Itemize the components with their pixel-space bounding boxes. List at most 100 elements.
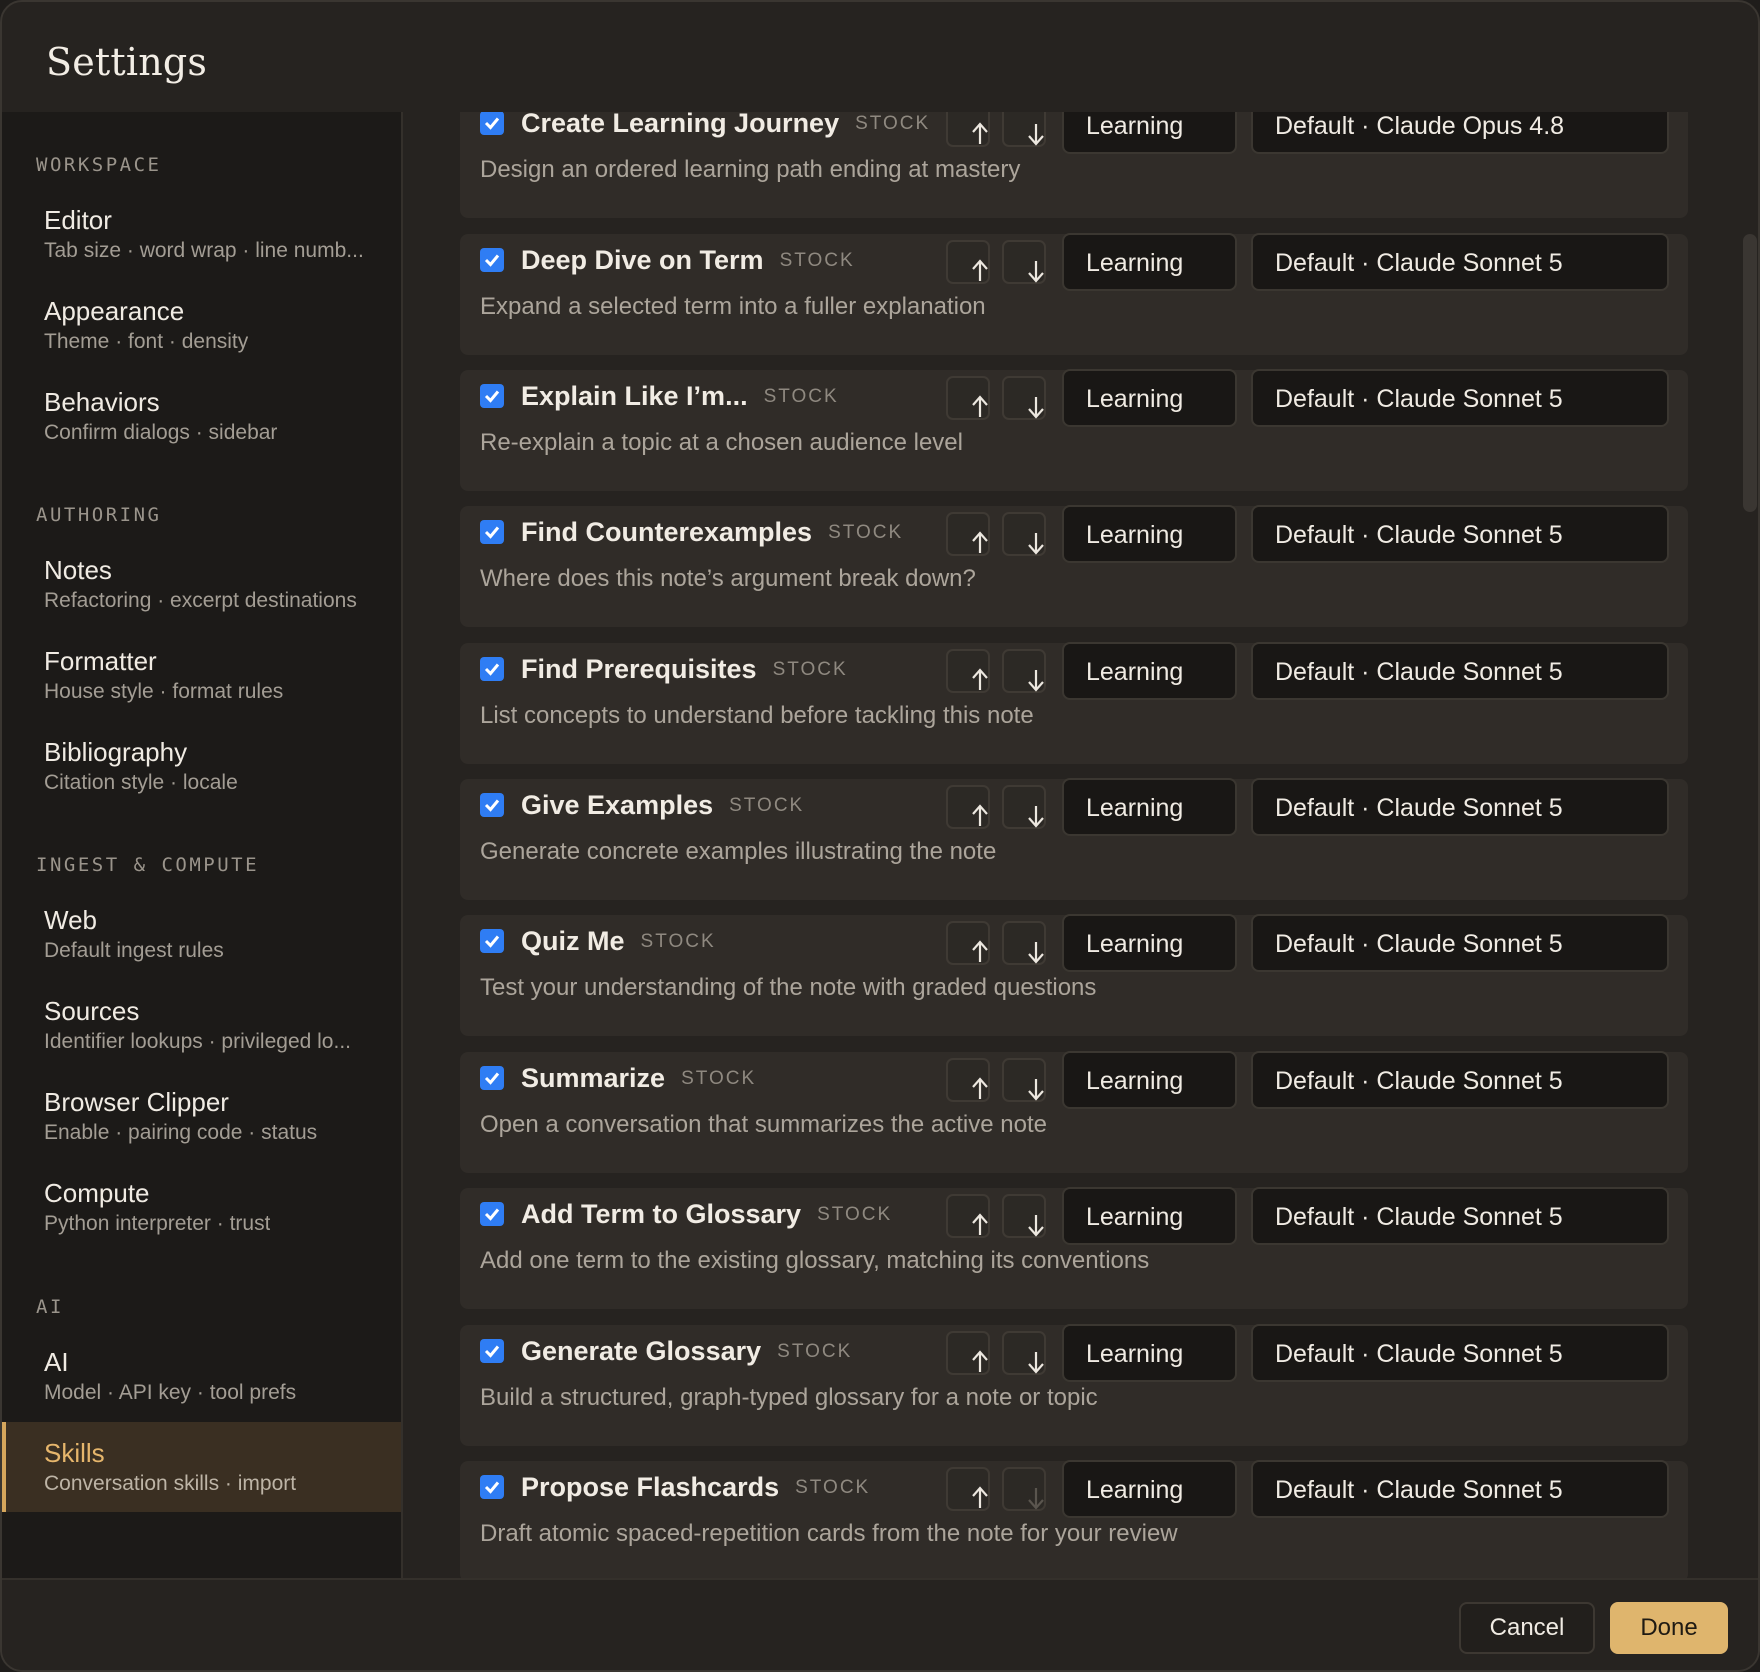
skill-name: Give Examples STOCK	[521, 790, 804, 821]
model-select[interactable]: Default · Claude Sonnet 5	[1251, 1051, 1669, 1109]
move-down-button[interactable]	[1002, 240, 1046, 284]
sidebar-item-editor[interactable]: Editor Tab size · word wrap · line numb.…	[2, 189, 401, 279]
model-select[interactable]: Default · Claude Sonnet 5	[1251, 642, 1669, 700]
skill-enabled-checkbox[interactable]	[480, 248, 504, 272]
move-down-button[interactable]	[1002, 921, 1046, 965]
skill-card: Add Term to Glossary STOCK Add one term to…	[460, 1187, 1688, 1309]
sidebar-item-appearance[interactable]: Appearance Theme · font · density	[2, 280, 401, 370]
dialog-title: Settings	[46, 40, 208, 84]
skill-enabled-checkbox[interactable]	[480, 520, 504, 544]
sidebar-item-compute[interactable]: Compute Python interpreter · trust	[2, 1162, 401, 1252]
skill-card: Generate Glossary STOCK Build a structured…	[460, 1324, 1688, 1446]
category-select[interactable]: Learning	[1062, 505, 1370, 563]
move-up-button[interactable]	[946, 649, 990, 693]
skill-name-text: Add Term to Glossary	[521, 1199, 802, 1229]
sidebar-item-sources[interactable]: Sources Identifier lookups · privileged …	[2, 980, 401, 1070]
skill-enabled-checkbox[interactable]	[480, 112, 504, 135]
category-select[interactable]: Learning	[1062, 233, 1370, 291]
sidebar-item-formatter[interactable]: Formatter House style · format rules	[2, 630, 401, 720]
skill-enabled-checkbox[interactable]	[480, 1066, 504, 1090]
skill-name-text: Propose Flashcards	[521, 1472, 780, 1502]
sidebar-item-ai[interactable]: AI Model · API key · tool prefs	[2, 1331, 401, 1421]
cancel-button[interactable]: Cancel	[1459, 1602, 1595, 1654]
move-up-button[interactable]	[946, 1331, 990, 1375]
sidebar-item-bibliography[interactable]: Bibliography Citation style · locale	[2, 721, 401, 811]
sidebar-item-title: Bibliography	[44, 737, 188, 767]
move-down-button[interactable]	[1002, 112, 1046, 147]
move-down-button[interactable]	[1002, 1058, 1046, 1102]
sidebar-item-notes[interactable]: Notes Refactoring · excerpt destinations	[2, 539, 401, 629]
category-select[interactable]: Learning	[1062, 369, 1370, 427]
model-select[interactable]: Default · Claude Sonnet 5	[1251, 505, 1669, 563]
sidebar-item-subtitle: Confirm dialogs · sidebar	[44, 421, 278, 444]
model-select[interactable]: Default · Claude Sonnet 5	[1251, 1324, 1669, 1382]
sidebar-section-ai: AI	[36, 1296, 64, 1318]
move-up-button[interactable]	[946, 376, 990, 420]
skill-name-text: Deep Dive on Term	[521, 245, 764, 275]
category-value: Learning	[1086, 521, 1184, 549]
skill-name-text: Find Counterexamples	[521, 517, 813, 547]
model-value: Default · Claude Sonnet 5	[1275, 521, 1563, 549]
move-up-button[interactable]	[946, 921, 990, 965]
category-select[interactable]: Learning	[1062, 1324, 1370, 1382]
move-up-button[interactable]	[946, 1467, 990, 1511]
skill-description: Test your understanding of the note with…	[480, 974, 1097, 1001]
move-down-button[interactable]	[1002, 376, 1046, 420]
move-down-button[interactable]	[1002, 649, 1046, 693]
sidebar-item-web[interactable]: Web Default ingest rules	[2, 889, 401, 979]
skill-enabled-checkbox[interactable]	[480, 929, 504, 953]
skill-name: Deep Dive on Term STOCK	[521, 245, 855, 276]
scrollbar-thumb[interactable]	[1743, 234, 1757, 512]
check-icon	[484, 799, 500, 812]
skill-enabled-checkbox[interactable]	[480, 793, 504, 817]
check-icon	[484, 390, 500, 403]
category-select[interactable]: Learning	[1062, 1460, 1370, 1518]
skill-name: Find Counterexamples STOCK	[521, 517, 903, 548]
category-value: Learning	[1086, 1067, 1184, 1095]
skill-tag: STOCK	[763, 386, 839, 407]
category-value: Learning	[1086, 658, 1184, 686]
model-select[interactable]: Default · Claude Sonnet 5	[1251, 914, 1669, 972]
move-up-button[interactable]	[946, 240, 990, 284]
model-select[interactable]: Default · Claude Sonnet 5	[1251, 1460, 1669, 1518]
skill-enabled-checkbox[interactable]	[480, 657, 504, 681]
sidebar-item-behaviors[interactable]: Behaviors Confirm dialogs · sidebar	[2, 371, 401, 461]
move-down-button[interactable]	[1002, 512, 1046, 556]
move-down-button[interactable]	[1002, 1194, 1046, 1238]
move-up-button[interactable]	[946, 1058, 990, 1102]
category-select[interactable]: Learning	[1062, 778, 1370, 836]
skill-enabled-checkbox[interactable]	[480, 1202, 504, 1226]
move-up-button[interactable]	[946, 112, 990, 147]
skill-enabled-checkbox[interactable]	[480, 1475, 504, 1499]
model-select[interactable]: Default · Claude Sonnet 5	[1251, 1187, 1669, 1245]
skill-tag: STOCK	[817, 1204, 893, 1225]
move-up-button[interactable]	[946, 785, 990, 829]
skill-description: Design an ordered learning path ending a…	[480, 156, 1021, 183]
category-value: Learning	[1086, 794, 1184, 822]
model-select[interactable]: Default · Claude Sonnet 5	[1251, 778, 1669, 836]
category-select[interactable]: Learning	[1062, 914, 1370, 972]
model-select[interactable]: Default · Claude Sonnet 5	[1251, 369, 1669, 427]
dialog-footer: Cancel Done	[2, 1578, 1758, 1670]
sidebar-item-title: Formatter	[44, 646, 157, 676]
category-select[interactable]: Learning	[1062, 642, 1370, 700]
move-down-button[interactable]	[1002, 785, 1046, 829]
move-up-button[interactable]	[946, 1194, 990, 1238]
move-down-button[interactable]	[1002, 1331, 1046, 1375]
done-button[interactable]: Done	[1610, 1602, 1728, 1654]
skill-name: Quiz Me STOCK	[521, 926, 716, 957]
category-value: Learning	[1086, 112, 1184, 140]
move-up-button[interactable]	[946, 512, 990, 556]
category-select[interactable]: Learning	[1062, 1187, 1370, 1245]
category-select[interactable]: Learning	[1062, 112, 1370, 154]
category-select[interactable]: Learning	[1062, 1051, 1370, 1109]
skill-name: Find Prerequisites STOCK	[521, 654, 848, 685]
skill-enabled-checkbox[interactable]	[480, 384, 504, 408]
skill-enabled-checkbox[interactable]	[480, 1339, 504, 1363]
sidebar-item-browser-clipper[interactable]: Browser Clipper Enable · pairing code · …	[2, 1071, 401, 1161]
sidebar-item-skills[interactable]: Skills Conversation skills · import	[2, 1422, 401, 1512]
model-select[interactable]: Default · Claude Sonnet 5	[1251, 233, 1669, 291]
sidebar-item-title: Notes	[44, 555, 112, 585]
skill-description: Add one term to the existing glossary, m…	[480, 1247, 1150, 1274]
model-select[interactable]: Default · Claude Opus 4.8	[1251, 112, 1669, 154]
